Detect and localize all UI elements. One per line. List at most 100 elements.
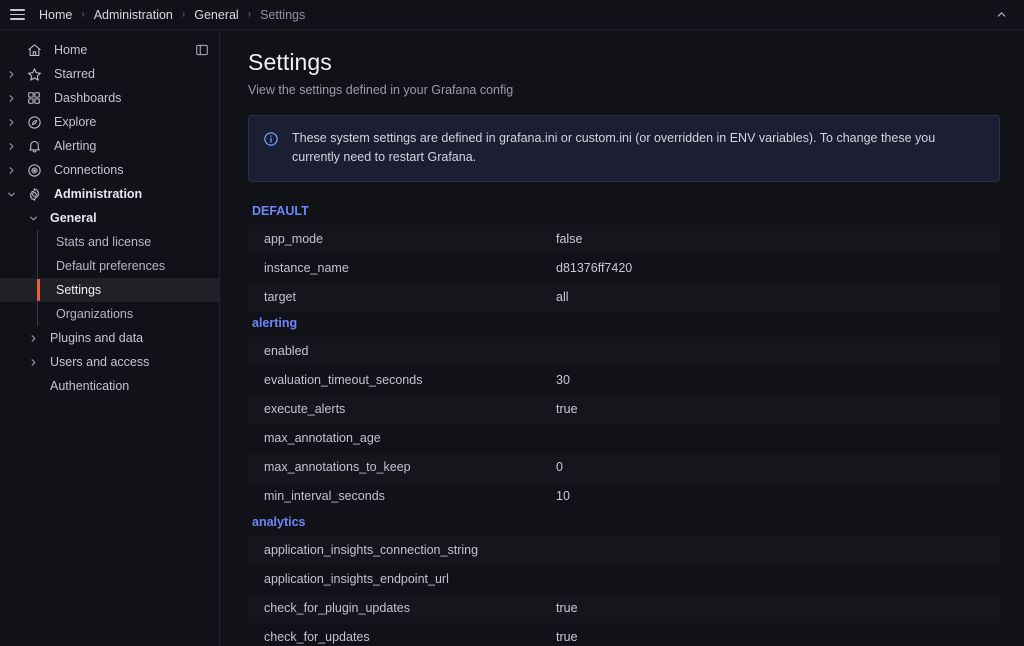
sidebar-item-label: Users and access bbox=[44, 355, 213, 369]
chevron-right-icon[interactable] bbox=[0, 158, 22, 182]
setting-key: app_mode bbox=[264, 232, 556, 246]
table-row: execute_alerts true bbox=[248, 395, 1000, 424]
setting-key: check_for_plugin_updates bbox=[264, 601, 556, 615]
compass-icon bbox=[22, 110, 46, 134]
breadcrumb-item-settings: Settings bbox=[258, 7, 307, 23]
breadcrumb-separator: › bbox=[175, 9, 192, 20]
sidebar-item-default-preferences[interactable]: Default preferences bbox=[0, 254, 219, 278]
chevron-right-icon[interactable] bbox=[22, 350, 44, 374]
setting-key: execute_alerts bbox=[264, 402, 556, 416]
setting-key: instance_name bbox=[264, 261, 556, 275]
chevron-up-icon[interactable] bbox=[988, 3, 1014, 27]
chevron-right-icon[interactable] bbox=[0, 62, 22, 86]
setting-value: true bbox=[556, 402, 1000, 416]
sidebar-item-label: Authentication bbox=[44, 379, 213, 393]
setting-key: max_annotation_age bbox=[264, 431, 556, 445]
table-row: evaluation_timeout_seconds 30 bbox=[248, 366, 1000, 395]
sidebar-item-home[interactable]: Home bbox=[0, 38, 219, 62]
bell-icon bbox=[22, 134, 46, 158]
table-row: max_annotations_to_keep 0 bbox=[248, 453, 1000, 482]
setting-key: target bbox=[264, 290, 556, 304]
breadcrumb: Home › Administration › General › Settin… bbox=[37, 7, 307, 23]
sidebar-item-administration[interactable]: Administration bbox=[0, 182, 219, 206]
table-row: application_insights_endpoint_url bbox=[248, 565, 1000, 594]
settings-section-header: alerting bbox=[248, 312, 1000, 337]
sidebar-item-label: General bbox=[44, 211, 213, 225]
app-body: Home Starred Dashboards bbox=[0, 30, 1024, 646]
breadcrumb-item-general[interactable]: General bbox=[192, 7, 240, 23]
sidebar: Home Starred Dashboards bbox=[0, 30, 220, 646]
settings-table: DEFAULT app_mode false instance_name d81… bbox=[248, 200, 1000, 646]
page-subtitle: View the settings defined in your Grafan… bbox=[248, 83, 1000, 97]
sidebar-item-label: Default preferences bbox=[56, 259, 213, 273]
table-row: enabled bbox=[248, 337, 1000, 366]
sidebar-item-connections[interactable]: Connections bbox=[0, 158, 219, 182]
setting-value: all bbox=[556, 290, 1000, 304]
setting-key: enabled bbox=[264, 344, 556, 358]
settings-section-header: DEFAULT bbox=[248, 200, 1000, 225]
dock-panel-icon[interactable] bbox=[191, 39, 213, 61]
sidebar-item-authentication[interactable]: Authentication bbox=[0, 374, 219, 398]
sidebar-item-label: Explore bbox=[46, 115, 213, 129]
gear-icon bbox=[22, 182, 46, 206]
setting-value: 0 bbox=[556, 460, 1000, 474]
setting-key: evaluation_timeout_seconds bbox=[264, 373, 556, 387]
sidebar-item-label: Alerting bbox=[46, 139, 213, 153]
setting-key: max_annotations_to_keep bbox=[264, 460, 556, 474]
table-row: application_insights_connection_string bbox=[248, 536, 1000, 565]
sidebar-item-settings[interactable]: Settings bbox=[0, 278, 219, 302]
chevron-right-icon[interactable] bbox=[22, 326, 44, 350]
hamburger-icon[interactable] bbox=[6, 4, 28, 26]
setting-value: true bbox=[556, 601, 1000, 615]
setting-value: false bbox=[556, 232, 1000, 246]
sidebar-item-label: Administration bbox=[46, 187, 213, 201]
sidebar-item-label: Starred bbox=[46, 67, 213, 81]
setting-key: application_insights_endpoint_url bbox=[264, 572, 556, 586]
sidebar-item-users-and-access[interactable]: Users and access bbox=[0, 350, 219, 374]
table-row: min_interval_seconds 10 bbox=[248, 482, 1000, 511]
table-row: check_for_plugin_updates true bbox=[248, 594, 1000, 623]
chevron-down-icon[interactable] bbox=[22, 206, 44, 230]
breadcrumb-separator: › bbox=[74, 9, 91, 20]
info-alert-text: These system settings are defined in gra… bbox=[292, 129, 985, 168]
sidebar-item-alerting[interactable]: Alerting bbox=[0, 134, 219, 158]
chevron-down-icon[interactable] bbox=[0, 182, 22, 206]
sidebar-item-label: Home bbox=[46, 43, 191, 57]
sidebar-item-starred[interactable]: Starred bbox=[0, 62, 219, 86]
chevron-right-icon[interactable] bbox=[0, 134, 22, 158]
sidebar-item-label: Dashboards bbox=[46, 91, 213, 105]
sidebar-item-plugins-and-data[interactable]: Plugins and data bbox=[0, 326, 219, 350]
setting-key: application_insights_connection_string bbox=[264, 543, 556, 557]
sidebar-item-label: Connections bbox=[46, 163, 213, 177]
chevron-right-icon[interactable] bbox=[0, 86, 22, 110]
table-row: max_annotation_age bbox=[248, 424, 1000, 453]
setting-value: 10 bbox=[556, 489, 1000, 503]
connections-icon bbox=[22, 158, 46, 182]
chevron-right-icon[interactable] bbox=[0, 110, 22, 134]
page-title: Settings bbox=[248, 48, 1000, 77]
sidebar-item-label: Plugins and data bbox=[44, 331, 213, 345]
setting-key: min_interval_seconds bbox=[264, 489, 556, 503]
table-row: instance_name d81376ff7420 bbox=[248, 254, 1000, 283]
sidebar-item-general[interactable]: General bbox=[0, 206, 219, 230]
breadcrumb-separator: › bbox=[241, 9, 258, 20]
sidebar-item-dashboards[interactable]: Dashboards bbox=[0, 86, 219, 110]
star-icon bbox=[22, 62, 46, 86]
info-alert: These system settings are defined in gra… bbox=[248, 115, 1000, 182]
home-icon bbox=[22, 38, 46, 62]
settings-section-header: analytics bbox=[248, 511, 1000, 536]
breadcrumb-item-administration[interactable]: Administration bbox=[92, 7, 175, 23]
sidebar-subgroup-general: Stats and license Default preferences Se… bbox=[0, 230, 219, 326]
sidebar-item-organizations[interactable]: Organizations bbox=[0, 302, 219, 326]
top-bar: Home › Administration › General › Settin… bbox=[0, 0, 1024, 30]
sidebar-item-stats-and-license[interactable]: Stats and license bbox=[0, 230, 219, 254]
dashboards-icon bbox=[22, 86, 46, 110]
table-row: app_mode false bbox=[248, 225, 1000, 254]
table-row: check_for_updates true bbox=[248, 623, 1000, 646]
sidebar-item-label: Settings bbox=[56, 283, 213, 297]
sidebar-item-explore[interactable]: Explore bbox=[0, 110, 219, 134]
breadcrumb-item-home[interactable]: Home bbox=[37, 7, 74, 23]
info-circle-icon bbox=[262, 130, 280, 148]
table-row: target all bbox=[248, 283, 1000, 312]
setting-value: 30 bbox=[556, 373, 1000, 387]
